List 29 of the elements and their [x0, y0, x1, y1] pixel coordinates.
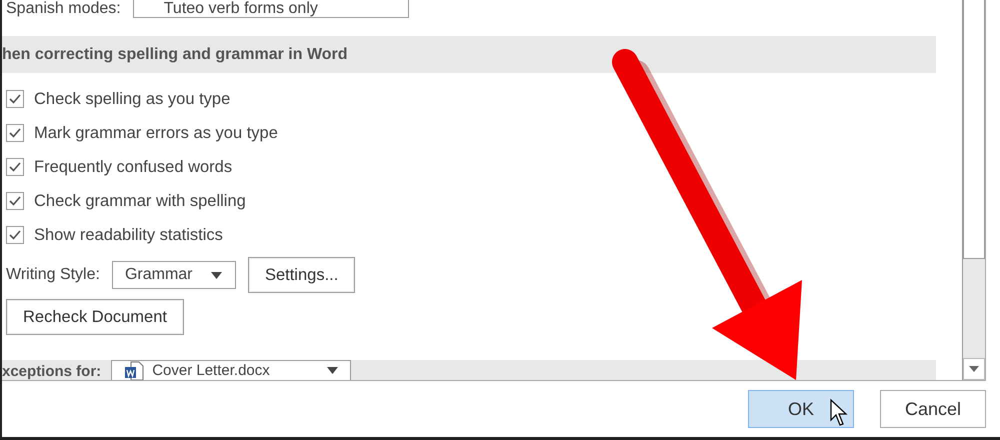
checkbox[interactable] [6, 90, 24, 108]
option-label: Check grammar with spelling [34, 192, 246, 210]
caret-icon [210, 272, 222, 278]
checkbox[interactable] [6, 226, 24, 244]
field-label: Spanish modes: [6, 0, 121, 18]
option-label: Show readability statistics [34, 226, 223, 244]
scroll-down-button[interactable] [963, 358, 985, 380]
scrollbar[interactable] [962, 0, 985, 380]
section-label: xceptions for: [2, 364, 102, 380]
modes-dropdown[interactable]: Tuteo verb forms only [132, 0, 409, 18]
checkbox[interactable] [6, 192, 24, 210]
section-heading: hen correcting spelling and grammar in Word [2, 36, 936, 73]
recheck-button[interactable]: Recheck Document [6, 299, 184, 335]
field-label: Writing Style: [6, 266, 100, 284]
settings-button[interactable]: Settings... [248, 257, 356, 293]
caret-icon [327, 367, 338, 374]
mouse-cursor-icon [830, 398, 848, 426]
checkbox[interactable] [6, 158, 24, 176]
option-label: Check spelling as you type [34, 90, 230, 108]
cancel-button[interactable]: Cancel [880, 390, 986, 428]
option-label: Mark grammar errors as you type [34, 124, 278, 142]
caret-icon [969, 366, 979, 372]
document-icon [124, 360, 144, 380]
checkbox[interactable] [6, 124, 24, 142]
writing-style-dropdown[interactable]: Grammar [112, 261, 236, 289]
ok-button[interactable]: OK [748, 390, 854, 428]
scrollbar-thumb[interactable] [963, 0, 985, 259]
option-label: Frequently confused words [34, 158, 232, 176]
document-dropdown[interactable]: Cover Letter.docx [111, 360, 352, 380]
